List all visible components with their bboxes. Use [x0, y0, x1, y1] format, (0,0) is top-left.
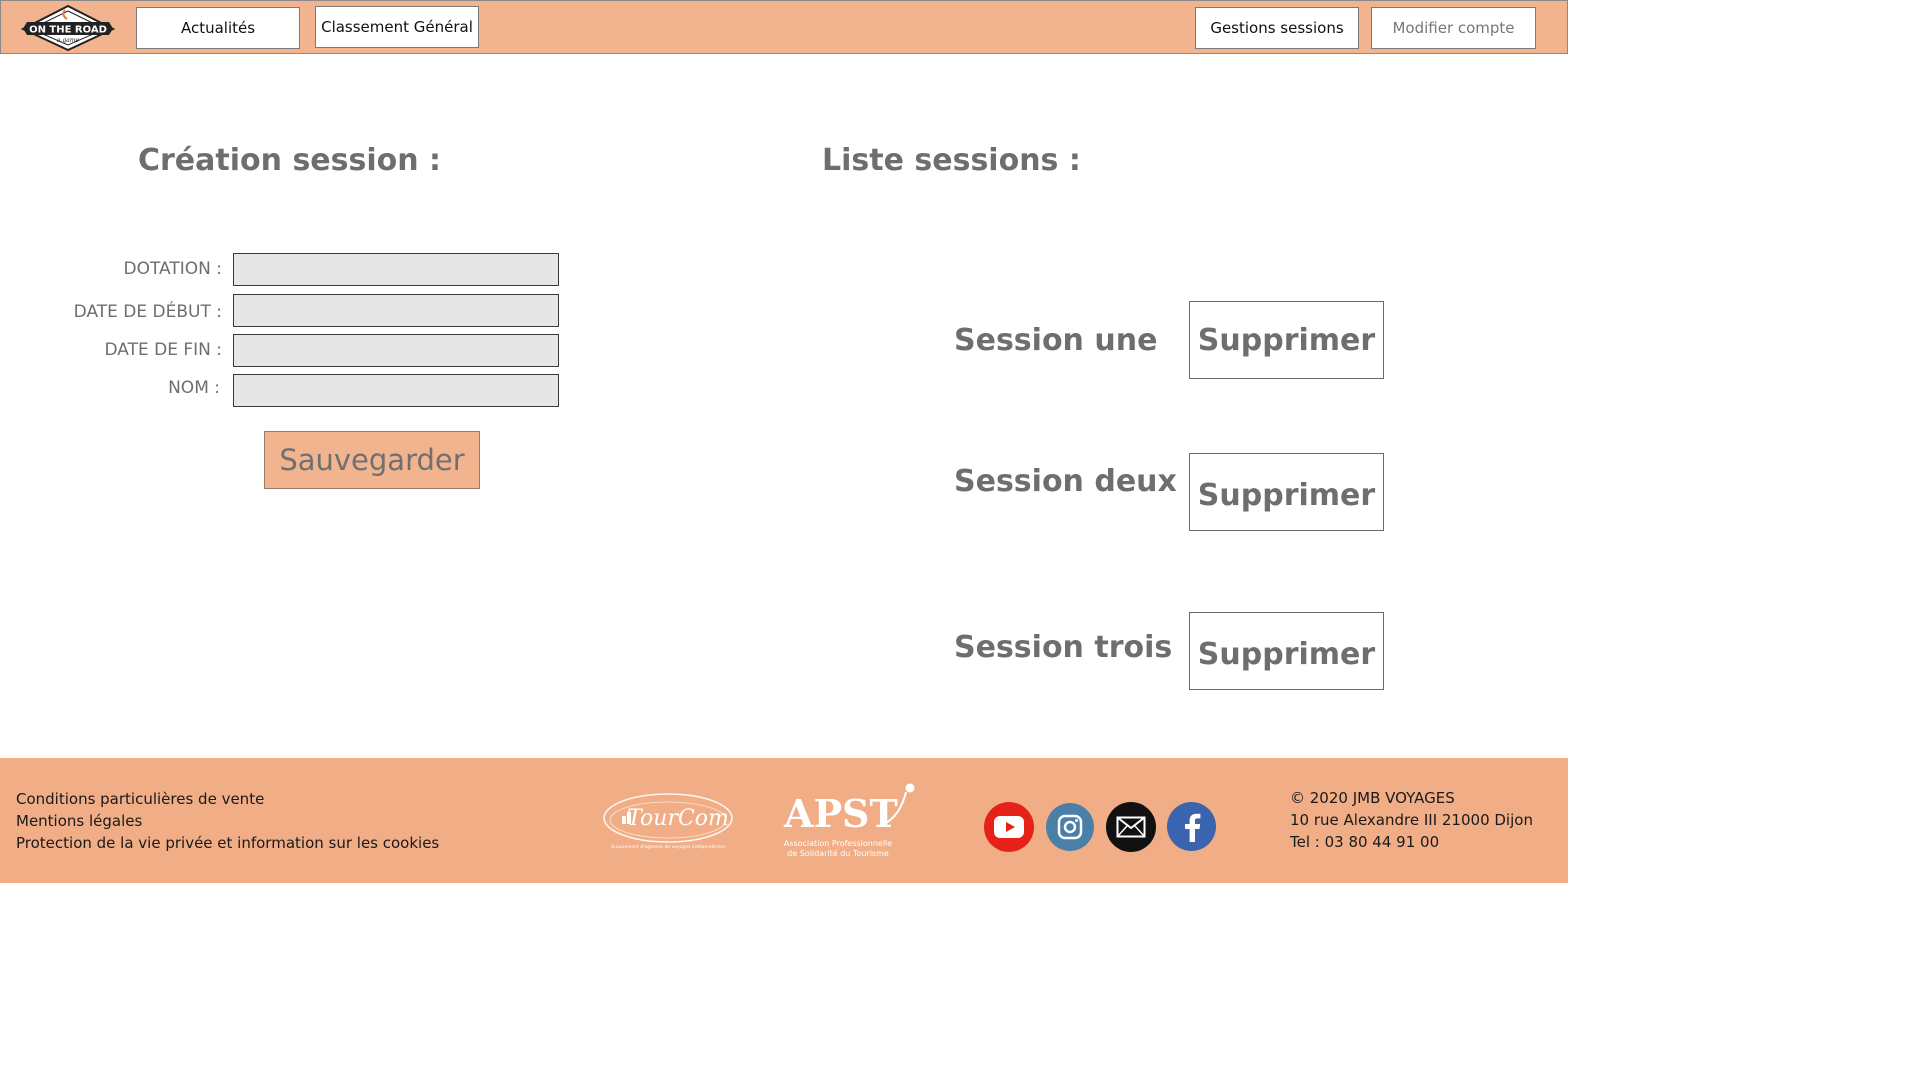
apst-subtext-1: Association Professionnelle [784, 839, 892, 848]
youtube-icon[interactable] [984, 802, 1034, 852]
nav-modifier-compte-button[interactable]: Modifier compte [1371, 7, 1536, 49]
date-fin-input[interactable] [233, 334, 559, 367]
nom-input[interactable] [233, 374, 559, 407]
footer-link-mentions[interactable]: Mentions légales [16, 812, 142, 830]
footer-address: 10 rue Alexandre III 21000 Dijon [1290, 811, 1533, 829]
delete-session-button[interactable]: Supprimer [1189, 612, 1384, 690]
session-name: Session une [954, 323, 1158, 358]
list-title: Liste sessions : [822, 143, 1081, 178]
footer-link-cgv[interactable]: Conditions particulières de vente [16, 790, 264, 808]
mail-icon[interactable] [1106, 802, 1156, 852]
instagram-icon[interactable] [1046, 803, 1094, 851]
date-debut-label: DATE DE DÉBUT : [73, 302, 222, 322]
delete-session-button[interactable]: Supprimer [1189, 453, 1384, 531]
save-button[interactable]: Sauvegarder [264, 431, 480, 489]
session-name: Session trois [954, 630, 1173, 665]
dotation-input[interactable] [233, 253, 559, 286]
apst-text: APST [783, 791, 898, 836]
date-debut-input[interactable] [233, 294, 559, 327]
session-name: Session deux [954, 464, 1177, 499]
nav-actualites-button[interactable]: Actualités [136, 7, 300, 49]
nom-label: NOM : [168, 378, 220, 398]
top-nav-bar: ON THE ROAD a game Actualités Classement… [0, 0, 1568, 54]
footer-link-privacy[interactable]: Protection de la vie privée et informati… [16, 834, 439, 852]
logo-subtext: a game [57, 37, 80, 44]
nav-gestions-sessions-button[interactable]: Gestions sessions [1195, 7, 1359, 49]
creation-title: Création session : [138, 143, 442, 178]
date-fin-label: DATE DE FIN : [104, 340, 222, 360]
tourcom-text: TourCom [627, 806, 729, 831]
nav-classement-button[interactable]: Classement Général [315, 6, 479, 48]
delete-session-button[interactable]: Supprimer [1189, 301, 1384, 379]
on-the-road-logo[interactable]: ON THE ROAD a game [20, 4, 116, 52]
dotation-label: DOTATION : [123, 259, 222, 279]
tourcom-subtext: Groupement d'agences de voyages indépend… [611, 843, 727, 850]
facebook-icon[interactable] [1167, 802, 1216, 851]
apst-logo: APST Association Professionnelle de Soli… [780, 780, 920, 860]
apst-subtext-2: de Solidarité du Tourisme [787, 848, 889, 858]
footer-phone: Tel : 03 80 44 91 00 [1290, 833, 1440, 851]
logo-text: ON THE ROAD [29, 25, 107, 36]
footer-copyright: © 2020 JMB VOYAGES [1290, 789, 1455, 807]
tourcom-logo: TourCom Groupement d'agences de voyages … [602, 790, 734, 854]
